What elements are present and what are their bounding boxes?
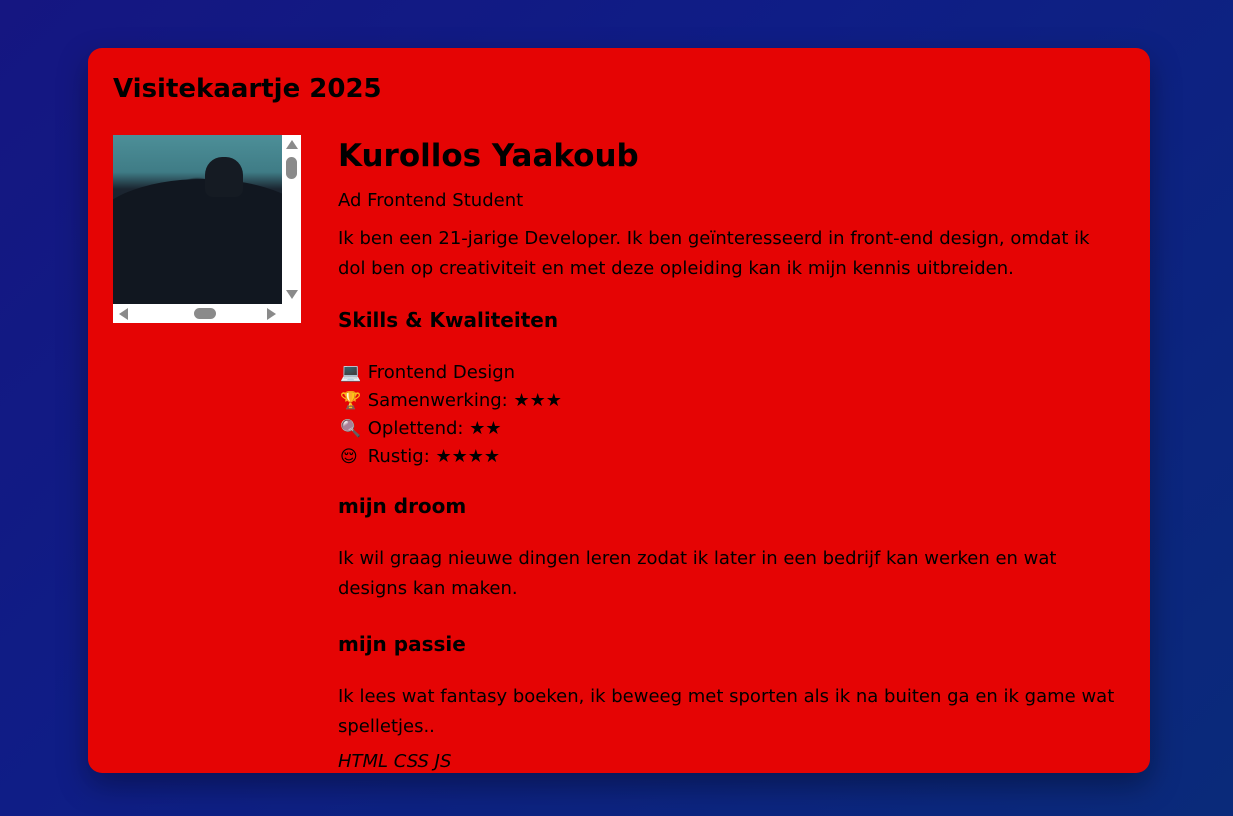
dream-heading: mijn droom (338, 494, 467, 518)
photo-silhouette-body (113, 179, 282, 304)
skill-item: 😌 Rustig: ★★★★ (340, 443, 562, 471)
skill-item: 💻 Frontend Design (340, 359, 562, 387)
dream-text: Ik wil graag nieuwe dingen leren zodat i… (338, 548, 1057, 599)
magnifier-icon: 🔍 (340, 419, 362, 439)
laptop-icon: 💻 (340, 363, 362, 383)
business-card: Visitekaartje 2025 Kurollos Yaakoub Ad F… (88, 48, 1150, 773)
photo-silhouette-head (205, 157, 243, 197)
scroll-up-arrow-icon[interactable] (286, 140, 298, 149)
skill-label: Oplettend: ★★ (367, 418, 502, 439)
profile-photo (113, 135, 282, 304)
skill-item: 🏆 Samenwerking: ★★★ (340, 387, 562, 415)
skill-item: 🔍 Oplettend: ★★ (340, 415, 562, 443)
scroll-right-arrow-icon[interactable] (267, 308, 276, 320)
skill-label: Rustig: ★★★★ (367, 446, 501, 467)
passion-text: Ik lees wat fantasy boeken, ik beweeg me… (338, 686, 1115, 737)
profile-role: Ad Frontend Student (338, 190, 524, 211)
trophy-icon: 🏆 (340, 391, 362, 411)
horizontal-scrollbar[interactable] (113, 304, 282, 323)
skill-label: Samenwerking: ★★★ (367, 390, 562, 411)
skills-list: 💻 Frontend Design 🏆 Samenwerking: ★★★ 🔍 … (340, 359, 562, 471)
scroll-down-arrow-icon[interactable] (286, 290, 298, 299)
card-title: Visitekaartje 2025 (113, 74, 382, 104)
profile-name: Kurollos Yaakoub (338, 138, 639, 174)
vertical-scrollbar[interactable] (282, 135, 301, 304)
horizontal-scroll-thumb[interactable] (194, 308, 216, 319)
vertical-scroll-thumb[interactable] (286, 157, 297, 179)
skills-heading: Skills & Kwaliteiten (338, 308, 559, 332)
scroll-left-arrow-icon[interactable] (119, 308, 128, 320)
profile-bio: Ik ben een 21-jarige Developer. Ik ben g… (338, 228, 1090, 279)
passion-heading: mijn passie (338, 632, 466, 656)
profile-photo-frame[interactable] (113, 135, 301, 323)
relieved-face-icon: 😌 (340, 447, 358, 467)
skill-label: Frontend Design (367, 362, 516, 383)
tech-stack: HTML CSS JS (338, 751, 452, 772)
